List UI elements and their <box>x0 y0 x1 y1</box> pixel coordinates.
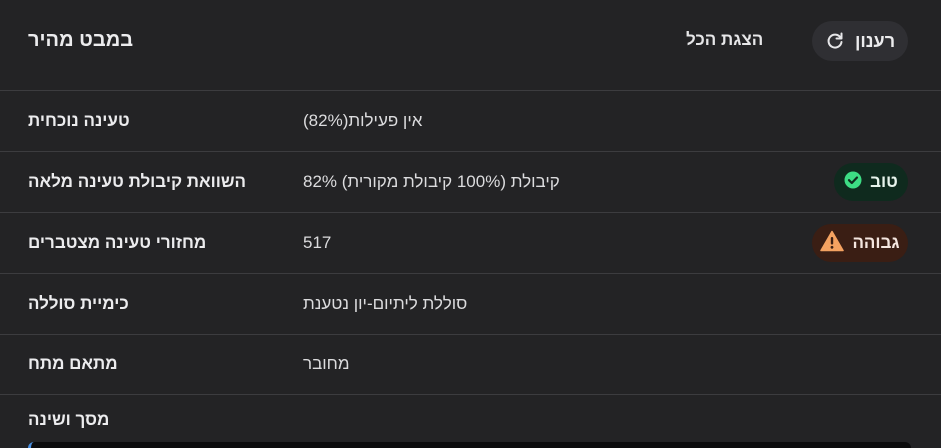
page-title: במבט מהיר <box>28 29 134 51</box>
row-label: טעינה נוכחית <box>28 111 130 130</box>
badge-label: טוב <box>870 172 898 191</box>
row-label: כימיית סוללה <box>28 294 129 313</box>
row-value: סוללת ליתיום-יון נטענת <box>303 294 468 313</box>
row-full-charge-capacity: השוואת קיבולת טעינה מלאה קיבולת (100% קי… <box>0 152 941 213</box>
row-value: מחובר <box>303 354 350 373</box>
refresh-icon <box>825 31 845 51</box>
at-a-glance-panel: במבט מהיר הצגת הכל רענון טעינה נוכחית אי… <box>0 0 941 448</box>
section-label-screen-sleep: מסך ושינה <box>28 410 110 429</box>
show-all-link[interactable]: הצגת הכל <box>686 30 763 50</box>
refresh-button[interactable]: רענון <box>812 21 908 61</box>
refresh-label: רענון <box>854 30 896 51</box>
status-badge-good: טוב <box>834 163 908 201</box>
status-badge-high: גבוהה <box>812 224 908 262</box>
row-label: השוואת קיבולת טעינה מלאה <box>28 172 247 191</box>
row-label: מחזורי טעינה מצטברים <box>28 233 207 252</box>
row-label: מתאם מתח <box>28 354 118 373</box>
row-value: 517 <box>303 233 332 252</box>
row-power-adapter: מתאם מתח מחובר <box>0 334 941 395</box>
row-battery-chemistry: כימיית סוללה סוללת ליתיום-יון נטענת <box>0 274 941 335</box>
screen-sleep-card <box>28 442 911 448</box>
check-circle-icon <box>844 171 862 194</box>
panel-header: במבט מהיר הצגת הכל רענון <box>0 0 941 91</box>
warning-triangle-icon <box>820 230 845 257</box>
row-value: קיבולת (100% קיבולת מקורית) 82% <box>303 172 560 191</box>
row-current-charge: טעינה נוכחית אין פעילות(82%) <box>0 91 941 152</box>
badge-label: גבוהה <box>852 233 900 252</box>
row-charge-cycles: מחזורי טעינה מצטברים 517 גבוהה <box>0 213 941 274</box>
row-value: אין פעילות(82%) <box>303 111 423 130</box>
